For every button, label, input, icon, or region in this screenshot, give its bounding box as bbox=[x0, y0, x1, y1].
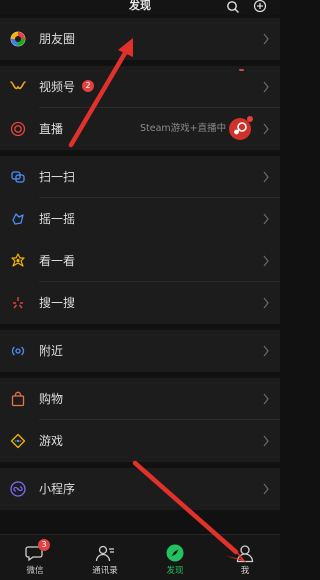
menu-item-moments[interactable]: 朋友圈 bbox=[0, 18, 280, 60]
chevron-right-icon bbox=[263, 345, 269, 357]
menu-item-scan[interactable]: 扫一扫 bbox=[0, 156, 280, 198]
chevron-right-icon bbox=[263, 171, 269, 183]
menu-item-label: 购物 bbox=[39, 392, 64, 406]
shake-icon bbox=[12, 213, 24, 225]
chevron-right-icon bbox=[263, 123, 269, 135]
tab-me[interactable]: 我 bbox=[210, 535, 280, 580]
search-star-icon bbox=[13, 297, 23, 309]
chevron-right-icon bbox=[263, 213, 269, 225]
tab-contacts[interactable]: 通讯录 bbox=[70, 535, 140, 580]
menu-item-nearby[interactable]: 附近 bbox=[0, 330, 280, 372]
chevron-right-icon bbox=[263, 255, 269, 267]
channels-icon bbox=[10, 81, 26, 90]
red-dot bbox=[239, 69, 244, 71]
live-status-text: Steam游戏+直播中 bbox=[140, 123, 227, 134]
menu-item-label: 搜一搜 bbox=[39, 296, 76, 310]
menu-item-top-stories[interactable]: 看一看 bbox=[0, 240, 280, 282]
menu-item-live[interactable]: 直播 Steam游戏+直播中 bbox=[0, 108, 280, 150]
tab-label: 发现 bbox=[166, 566, 184, 576]
menu-item-label: 扫一扫 bbox=[39, 170, 76, 184]
game-icon bbox=[10, 433, 26, 449]
menu-item-shake[interactable]: 摇一摇 bbox=[0, 198, 280, 240]
menu-item-label: 直播 bbox=[39, 122, 64, 136]
plus-circle-icon[interactable] bbox=[253, 0, 267, 14]
moments-icon bbox=[10, 31, 26, 47]
mini-program-icon bbox=[10, 481, 26, 497]
menu-item-search[interactable]: 搜一搜 bbox=[0, 282, 280, 324]
bottom-tab-bar: 3 微信 通讯录 发现 我 bbox=[0, 534, 280, 580]
menu-item-channels[interactable]: 视频号 2 bbox=[0, 66, 280, 108]
tab-chats[interactable]: 3 微信 bbox=[0, 535, 70, 580]
notification-badge: 2 bbox=[82, 80, 94, 92]
menu-item-mini-programs[interactable]: 小程序 bbox=[0, 468, 280, 510]
tab-label: 我 bbox=[240, 566, 250, 576]
nearby-icon bbox=[11, 346, 25, 356]
scan-icon bbox=[11, 171, 25, 183]
red-dot bbox=[247, 116, 253, 122]
menu-item-shopping[interactable]: 购物 bbox=[0, 378, 280, 420]
menu-item-games[interactable]: 游戏 bbox=[0, 420, 280, 462]
menu-item-label: 游戏 bbox=[39, 434, 64, 448]
menu-item-label: 看一看 bbox=[39, 254, 76, 268]
chevron-right-icon bbox=[263, 297, 269, 309]
me-person-icon bbox=[236, 545, 254, 563]
menu-item-label: 视频号 bbox=[39, 80, 76, 94]
menu-item-label: 附近 bbox=[39, 344, 64, 358]
chevron-right-icon bbox=[263, 393, 269, 405]
menu-item-label: 小程序 bbox=[39, 482, 76, 496]
chevron-right-icon bbox=[263, 435, 269, 447]
tab-discover[interactable]: 发现 bbox=[140, 535, 210, 580]
live-icon bbox=[10, 121, 26, 137]
chevron-right-icon bbox=[263, 81, 269, 93]
shopping-bag-icon bbox=[11, 391, 25, 407]
menu-item-label: 朋友圈 bbox=[39, 32, 76, 46]
tab-label: 通讯录 bbox=[92, 566, 118, 576]
chevron-right-icon bbox=[263, 33, 269, 45]
top-stories-icon bbox=[11, 253, 25, 267]
contacts-icon bbox=[95, 545, 114, 562]
discover-compass-icon bbox=[166, 544, 184, 562]
chevron-right-icon bbox=[263, 483, 269, 495]
top-bar: 发现 bbox=[0, 0, 280, 15]
menu-item-label: 摇一摇 bbox=[39, 212, 76, 226]
notification-badge: 3 bbox=[38, 539, 50, 551]
search-icon[interactable] bbox=[226, 0, 240, 14]
tab-label: 微信 bbox=[26, 566, 44, 576]
